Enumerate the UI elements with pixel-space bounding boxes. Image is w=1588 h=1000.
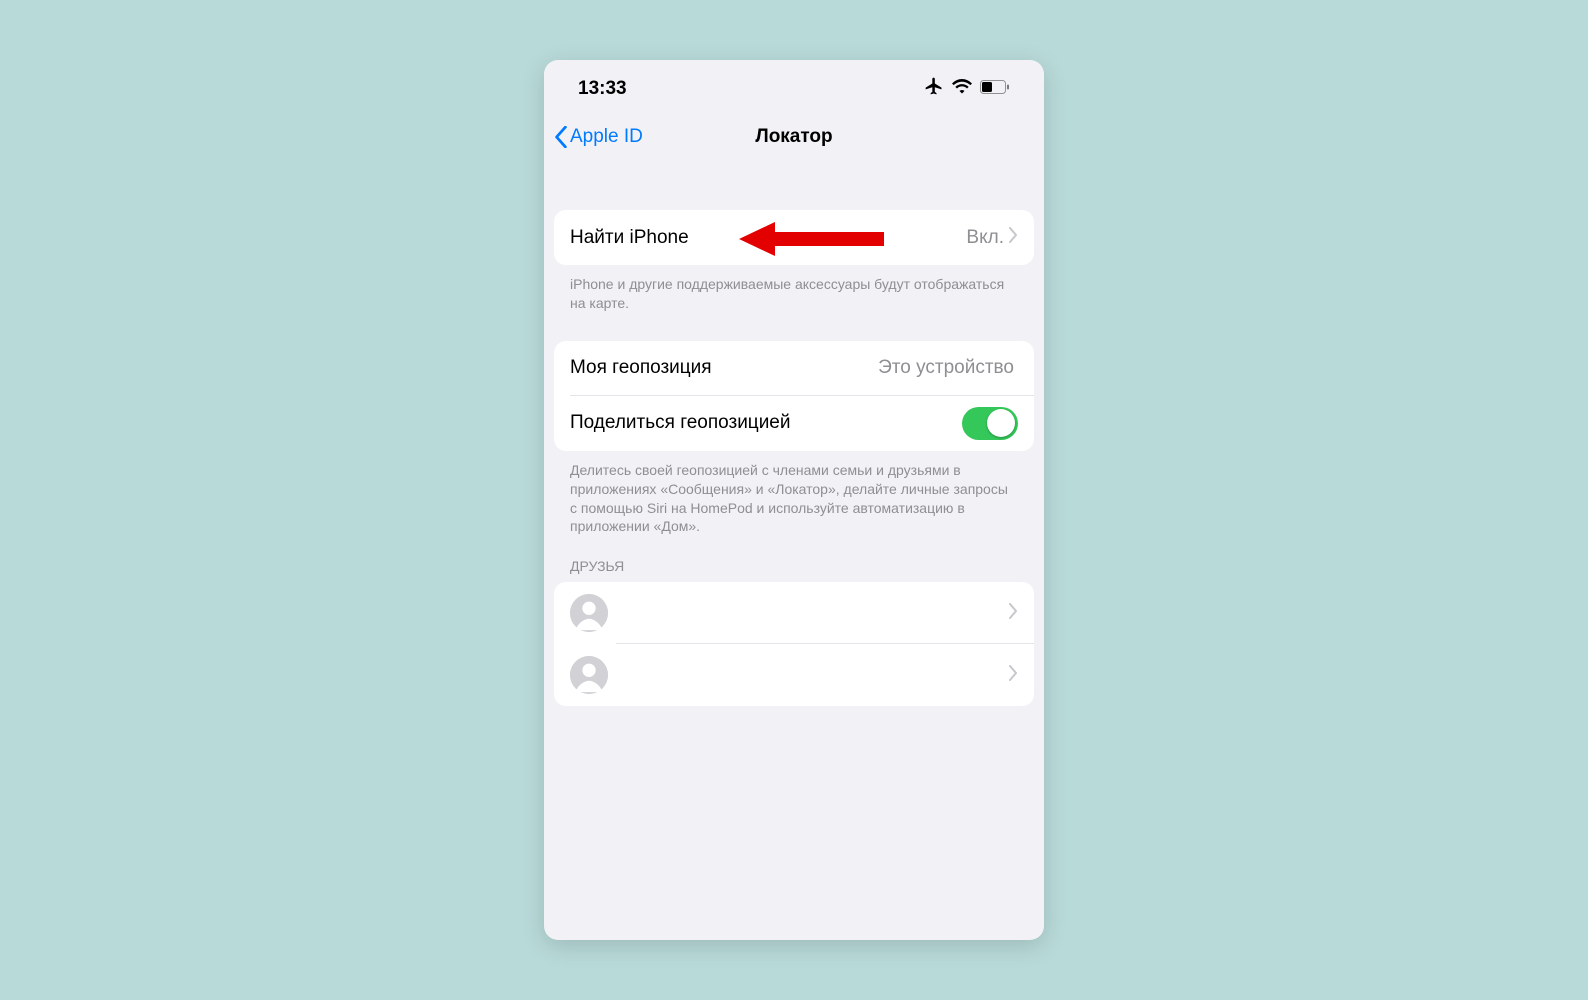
find-iphone-card: Найти iPhone Вкл. [554, 210, 1034, 265]
geo-footer: Делитесь своей геопозицией с членами сем… [554, 451, 1034, 537]
my-location-label: Моя геопозиция [570, 357, 878, 379]
find-iphone-value: Вкл. [966, 227, 1004, 249]
status-bar: 13:33 [544, 60, 1044, 112]
avatar-icon [570, 594, 608, 632]
share-location-label: Поделиться геопозицией [570, 412, 962, 434]
friends-header: ДРУЗЬЯ [554, 536, 1034, 582]
friend-row[interactable] [554, 644, 1034, 706]
avatar-icon [570, 656, 608, 694]
friend-row[interactable] [554, 582, 1034, 644]
back-label: Apple ID [570, 126, 643, 148]
airplane-icon [924, 76, 944, 102]
share-location-toggle[interactable] [962, 407, 1018, 440]
phone-frame: 13:33 Apple ID Локатор Найти iPhone Вк [544, 60, 1044, 940]
chevron-left-icon [554, 126, 568, 148]
my-location-value: Это устройство [878, 357, 1014, 379]
geo-card: Моя геопозиция Это устройство Поделиться… [554, 341, 1034, 451]
nav-header: Apple ID Локатор [544, 112, 1044, 162]
my-location-row[interactable]: Моя геопозиция Это устройство [554, 341, 1034, 396]
chevron-right-icon [1008, 665, 1018, 686]
friends-card [554, 582, 1034, 706]
status-time: 13:33 [578, 78, 627, 100]
nav-title: Локатор [755, 126, 832, 148]
wifi-icon [952, 78, 972, 100]
find-iphone-row[interactable]: Найти iPhone Вкл. [554, 210, 1034, 265]
find-iphone-label: Найти iPhone [570, 227, 966, 249]
status-icons [924, 76, 1010, 102]
share-location-row: Поделиться геопозицией [554, 396, 1034, 451]
chevron-right-icon [1008, 227, 1018, 249]
find-iphone-footer: iPhone и другие поддерживаемые аксессуар… [554, 265, 1034, 313]
back-button[interactable]: Apple ID [554, 126, 643, 148]
battery-icon [980, 78, 1010, 100]
chevron-right-icon [1008, 603, 1018, 624]
